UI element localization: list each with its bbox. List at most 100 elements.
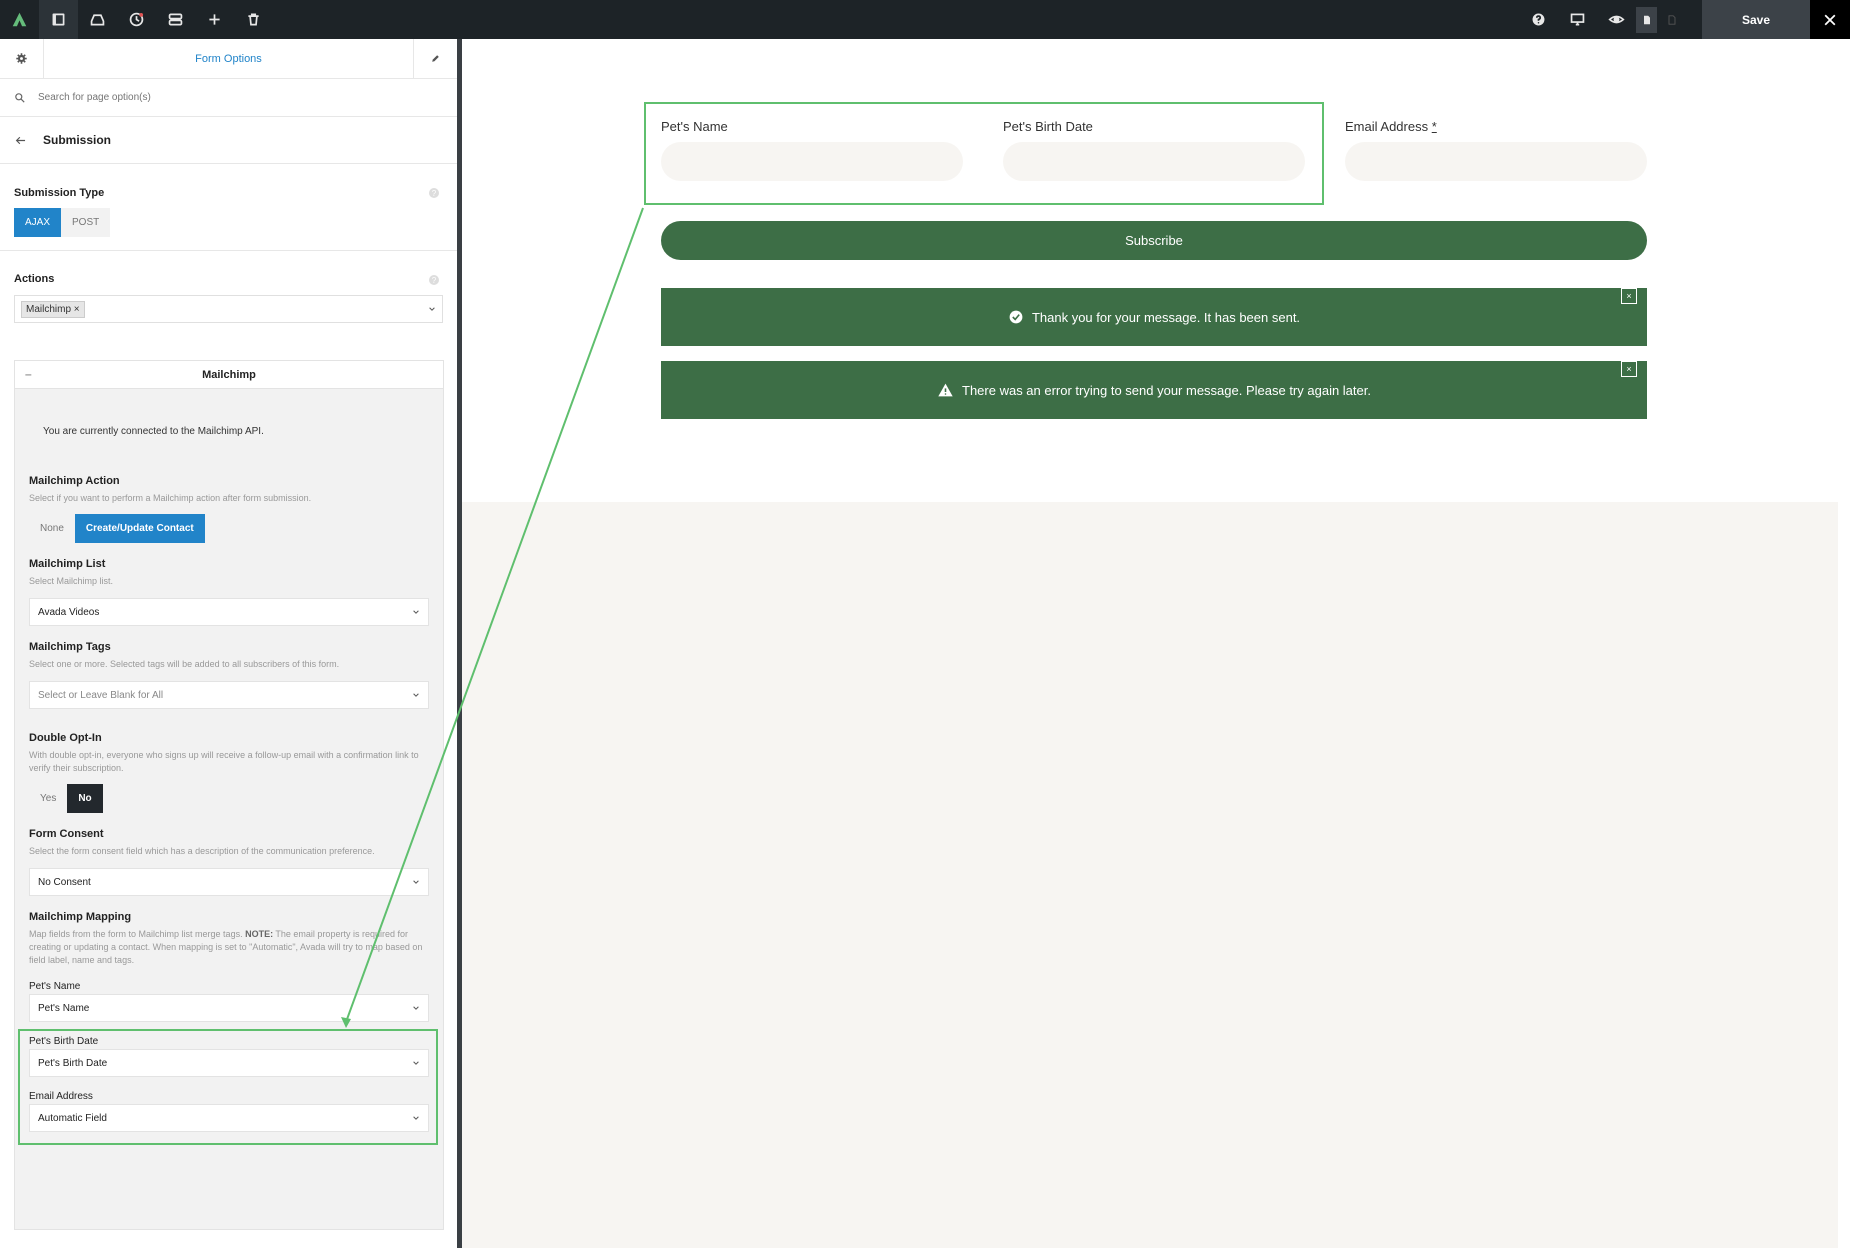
mailchimp-tags-select[interactable]: Select or Leave Blank for All [29,681,429,709]
form-consent-label: Form Consent [29,828,104,840]
sidebar-title[interactable]: Form Options [44,53,413,65]
required-mark: * [1431,119,1437,134]
search-icon [15,92,25,103]
blank-page-icon[interactable] [1661,7,1682,33]
dismiss-icon[interactable]: × [1621,288,1637,304]
sidebar-toggle-icon[interactable] [39,0,78,39]
back-arrow-icon[interactable] [14,134,27,147]
chevron-down-icon [413,1006,419,1010]
mapping-select[interactable]: Pet's Name [29,994,429,1022]
search-input[interactable] [36,91,416,104]
double-optin-toggle: Yes No [29,784,429,813]
yes-option[interactable]: Yes [29,784,68,813]
error-notice: There was an error trying to send your m… [661,361,1647,419]
mapping-row-label: Pet's Name [29,981,81,992]
mailchimp-list-label: Mailchimp List [29,558,106,570]
mailchimp-mapping-label: Mailchimp Mapping [29,911,132,923]
success-notice: Thank you for your message. It has been … [661,288,1647,346]
mailchimp-action-label: Mailchimp Action [29,475,120,487]
submission-type-label: Submission Type [14,187,105,199]
remove-tag-icon[interactable]: × [74,304,80,315]
ajax-option[interactable]: AJAX [14,208,62,237]
help-icon[interactable]: ? [429,275,439,285]
mailchimp-list-desc: Select Mailchimp list. [29,576,114,586]
library-icon[interactable] [78,0,117,39]
double-optin-field: Double Opt-In With double opt-in, everyo… [29,732,429,813]
mailchimp-tags-field: Mailchimp Tags Select one or more. Selec… [29,641,429,709]
navigator-icon[interactable] [156,0,195,39]
form-options-sidebar: Form Options Submission Submission Type … [0,38,462,1248]
mailchimp-tags-placeholder: Select or Leave Blank for All [38,689,164,701]
top-toolbar: Save [0,0,1850,39]
submission-type-section: Submission Type ? AJAX POST [0,164,457,251]
actions-multiselect[interactable]: Mailchimp × [14,295,443,323]
warning-triangle-icon [938,383,953,397]
close-icon[interactable] [1810,0,1850,39]
chevron-down-icon [413,693,419,697]
no-option[interactable]: No [67,784,103,813]
double-optin-desc: With double opt-in, everyone who signs u… [29,750,419,773]
mailchimp-action-desc: Select if you want to perform a Mailchim… [29,493,312,503]
mapping-desc-note: NOTE: [245,929,274,939]
mailchimp-tags-label: Mailchimp Tags [29,641,111,653]
action-tag[interactable]: Mailchimp × [21,300,85,318]
add-icon[interactable] [195,0,234,39]
form-consent-field: Form Consent Select the form consent fie… [29,828,429,896]
success-message: Thank you for your message. It has been … [1031,309,1301,325]
mailchimp-mapping-desc: Map fields from the form to Mailchimp li… [29,928,429,967]
form-fields-highlight-box [644,102,1324,205]
gear-icon[interactable] [0,38,44,79]
mailchimp-panel-title: Mailchimp [202,368,256,381]
mailchimp-tags-desc: Select one or more. Selected tags will b… [29,659,340,669]
email-input[interactable] [1345,142,1647,181]
none-option[interactable]: None [29,514,75,543]
mailchimp-list-select[interactable]: Avada Videos [29,598,429,626]
double-optin-label: Double Opt-In [29,732,102,744]
chevron-down-icon[interactable] [428,305,436,313]
collapse-icon[interactable]: – [25,367,32,381]
chevron-down-icon [413,610,419,614]
actions-section: Actions ? Mailchimp × [0,251,457,358]
form-consent-select[interactable]: No Consent [29,868,429,896]
preview-eye-icon[interactable] [1597,0,1636,39]
connection-status: You are currently connected to the Mailc… [43,425,264,437]
page-type-toggle [1636,6,1682,34]
mailchimp-list-field: Mailchimp List Select Mailchimp list. Av… [29,558,429,626]
error-message: There was an error trying to send your m… [962,382,1371,398]
trash-icon[interactable] [234,0,273,39]
email-label-text: Email Address [1345,119,1429,134]
canvas-scroll-strip [1838,39,1850,1248]
desktop-preview-icon[interactable] [1558,0,1597,39]
action-tag-label: Mailchimp [26,303,72,315]
mapping-select-value: Pet's Name [38,1002,90,1014]
mapping-highlight-box [18,1029,438,1145]
mailchimp-panel-body: You are currently connected to the Mailc… [15,398,443,1132]
mapping-row: Pet's Name Pet's Name [29,981,429,1022]
save-button[interactable]: Save [1702,0,1810,39]
options-search [0,79,457,117]
back-to-submission[interactable]: Submission [0,117,457,164]
page-icon[interactable] [1636,6,1657,33]
mapping-desc-text: Map fields from the form to Mailchimp li… [29,929,246,939]
submission-type-toggle: AJAX POST [14,208,443,237]
section-title: Submission [43,133,112,147]
mailchimp-list-value: Avada Videos [38,606,100,618]
mailchimp-panel-header[interactable]: – Mailchimp [15,361,443,389]
help-icon[interactable]: ? [429,188,439,198]
toolbar-right-group: Save [1519,0,1850,39]
toolbar-left-group [0,0,273,39]
check-circle-icon [1009,310,1023,324]
post-option[interactable]: POST [61,208,111,237]
history-icon[interactable] [117,0,156,39]
form-consent-value: No Consent [38,876,91,888]
create-update-contact-option[interactable]: Create/Update Contact [74,514,205,543]
form-consent-desc: Select the form consent field which has … [29,846,375,856]
subscribe-button[interactable]: Subscribe [661,221,1647,260]
canvas-lower-background [462,502,1838,1248]
help-icon[interactable] [1519,0,1558,39]
dismiss-icon[interactable]: × [1621,361,1637,377]
sidebar-header: Form Options [0,38,457,79]
edit-pencil-icon[interactable] [413,38,457,79]
mailchimp-action-toggle: None Create/Update Contact [29,514,429,543]
avada-logo-icon[interactable] [0,0,39,39]
